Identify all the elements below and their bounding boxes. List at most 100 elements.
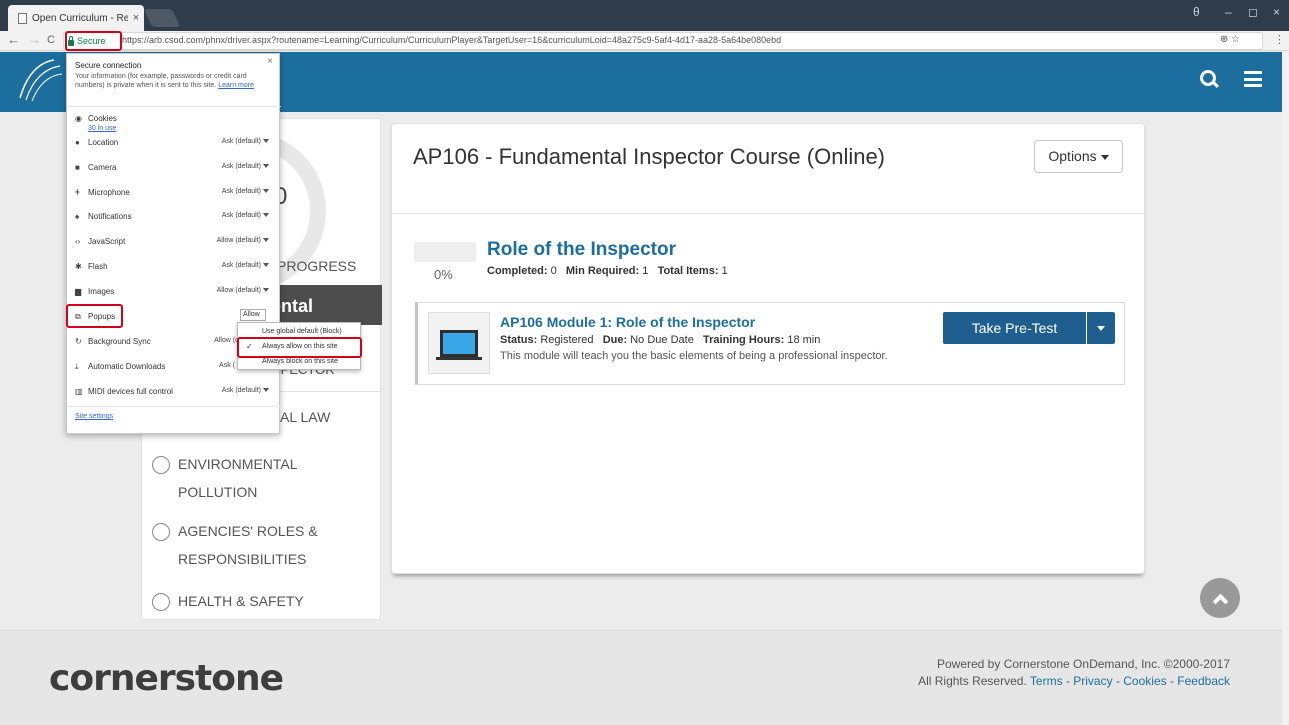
caret-down-icon [263,288,269,293]
address-bar[interactable]: Secure https://arb.csod.com/phnx/driver.… [63,32,1263,50]
forward-button[interactable]: → [28,32,41,47]
tab-title: Open Curriculum - Realize [32,12,128,24]
due-value: No Due Date [630,334,694,346]
feedback-link[interactable]: Feedback [1177,674,1230,688]
site-settings-link[interactable]: Site settings [75,413,113,420]
perm-label: Flash [88,262,108,271]
perm-value-select[interactable]: Ask (default) [222,138,269,145]
code-icon: ‹› [75,237,81,246]
popup-divider [67,406,281,407]
microphone-icon: ǂ [75,188,80,197]
search-icon[interactable] [1200,70,1218,88]
module-meta: Status: Registered Due: No Due Date Trai… [500,334,820,346]
perm-row-flash[interactable]: ✱ Flash Ask (default) [75,262,275,276]
perm-row-notifications[interactable]: ♠ Notifications Ask (default) [75,212,275,226]
perm-row-javascript[interactable]: ‹› JavaScript Allow (default) [75,237,275,251]
site-logo-icon[interactable] [16,54,66,104]
lesson-title[interactable]: Role of the Inspector [487,239,676,261]
section-item-health-safety[interactable]: HEALTH & SAFETY [152,592,358,615]
camera-icon: ■ [75,163,80,172]
window-close-button[interactable]: × [1273,5,1280,19]
back-button[interactable]: ← [7,32,20,47]
perm-value-select[interactable]: Allow (default) [217,237,269,244]
terms-link[interactable]: Terms [1030,674,1063,688]
secure-indicator[interactable]: Secure [68,34,106,48]
puzzle-icon: ✱ [75,262,82,271]
perm-value-select[interactable]: Ask (default) [222,163,269,170]
reload-button[interactable]: C [47,34,55,46]
perm-value: Allow (default) [216,237,261,244]
perm-value: Allow (default) [216,287,261,294]
minimize-button[interactable]: – [1225,5,1232,19]
perm-value-select[interactable]: Ask (default) [222,188,269,195]
scroll-to-top-button[interactable] [1200,578,1240,618]
caret-down-icon [263,238,269,243]
profile-icon[interactable]: θ [1193,5,1200,19]
zoom-bookmark-icon[interactable]: ⊕ ☆ [1220,34,1240,45]
caret-down-icon [263,139,269,144]
section-law-label[interactable]: AL LAW [280,409,330,425]
caret-down-icon [263,164,269,169]
perm-value: Ask (default) [221,163,261,170]
perm-value-select[interactable]: Ask ( [219,362,235,369]
perm-row-microphone[interactable]: ǂ Microphone Ask (default) [75,188,275,202]
browser-tab[interactable]: Open Curriculum - Realize × [8,5,144,31]
perm-row-midi[interactable]: ▥ MIDI devices full control Ask (default… [75,387,275,401]
privacy-link[interactable]: Privacy [1073,674,1112,688]
learn-more-link[interactable]: Learn more [218,82,254,89]
popup-icon: ⧉ [75,312,81,321]
perm-value-select[interactable]: Ask (default) [222,262,269,269]
perm-row-location[interactable]: ● Location Ask (default) [75,138,275,152]
menu-option-global-default[interactable]: Use global default (Block) [262,328,342,335]
image-icon: ▆ [75,287,82,296]
popups-permission-select[interactable]: Allow [240,309,266,327]
page-footer: cornerstone Powered by Cornerstone OnDem… [0,630,1282,725]
section-label: AGENCIES' ROLES & RESPONSIBILITIES [178,523,318,567]
popup-close-button[interactable]: × [267,56,273,67]
location-pin-icon: ● [75,138,80,147]
lock-icon [68,35,74,46]
due-label: Due: [602,334,628,346]
checkmark-icon: ✓ [246,342,253,351]
rights-text: All Rights Reserved. [918,674,1027,688]
min-required-label: Min Required: [565,265,640,277]
menu-option-always-block[interactable]: Always block on this site [262,358,338,365]
popups-select-value: Allow [243,311,260,318]
module-thumbnail[interactable] [428,312,490,374]
menu-option-always-allow[interactable]: Always allow on this site [262,343,337,350]
laptop-icon [436,330,482,360]
total-items-label: Total Items: [657,265,719,277]
take-pre-test-button[interactable]: Take Pre-Test [943,312,1086,344]
menu-icon[interactable] [1244,71,1262,87]
link-separator: - [1112,674,1124,688]
secure-connection-description: Your information (for example, passwords… [75,72,265,90]
powered-by-text: Powered by Cornerstone OnDemand, Inc. ©2… [936,657,1230,671]
sync-icon: ↻ [75,337,82,346]
tab-close-button[interactable]: × [128,12,144,24]
download-icon: ⤓ [75,362,79,371]
url-text[interactable]: https://arb.csod.com/phnx/driver.aspx?ro… [122,35,781,45]
page-scrollbar[interactable] [1282,52,1289,725]
perm-row-images[interactable]: ▆ Images Allow (default) [75,287,275,301]
pre-test-dropdown-button[interactable] [1087,312,1115,344]
maximize-button[interactable]: ◻ [1248,5,1258,19]
options-label: Options [1048,148,1097,164]
perm-value-select[interactable]: Allow (d [214,337,239,344]
cookies-in-use-link[interactable]: 30 in use [88,125,116,132]
section-item-environmental[interactable]: ENVIRONMENTAL POLLUTION [152,455,308,506]
cookies-link[interactable]: Cookies [1123,674,1166,688]
cookie-icon: ◉ [75,114,82,123]
caret-down-icon [1097,325,1105,331]
perm-value: Ask (default) [221,188,261,195]
perm-row-camera[interactable]: ■ Camera Ask (default) [75,163,275,177]
perm-value-select[interactable]: Allow (default) [217,287,269,294]
options-button[interactable]: Options [1034,140,1123,173]
section-item-agencies[interactable]: AGENCIES' ROLES & RESPONSIBILITIES [152,522,328,573]
browser-menu-icon[interactable]: ⋮ [1274,33,1285,46]
status-label: Status: [500,334,538,346]
popups-options-menu: Use global default (Block) ✓ Always allo… [237,322,361,370]
module-title[interactable]: AP106 Module 1: Role of the Inspector [500,314,755,330]
new-tab-button[interactable] [143,9,181,27]
perm-value-select[interactable]: Ask (default) [222,212,269,219]
perm-value-select[interactable]: Ask (default) [222,387,269,394]
